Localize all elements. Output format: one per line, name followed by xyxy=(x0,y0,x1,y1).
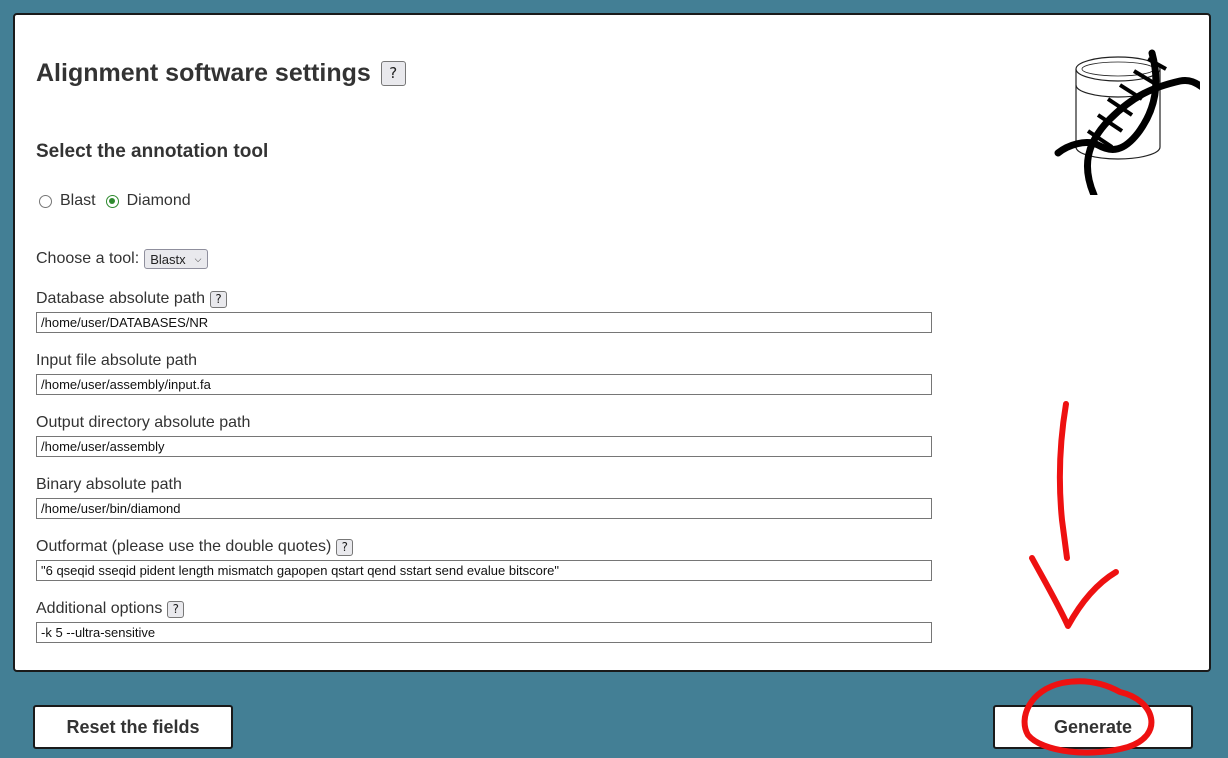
binary-path-label: Binary absolute path xyxy=(36,475,932,495)
settings-panel: Alignment software settings ? Select the… xyxy=(13,13,1211,672)
dna-database-icon xyxy=(1054,49,1200,195)
choose-tool-label: Choose a tool: xyxy=(36,250,140,267)
blast-radio-label[interactable]: Blast xyxy=(60,192,96,210)
annotation-tool-radio-group: Blast Diamond xyxy=(39,192,201,210)
additional-options-field: Additional options ? -k 5 --ultra-sensit… xyxy=(36,599,932,643)
blast-radio[interactable] xyxy=(39,194,52,208)
outformat-help-button[interactable]: ? xyxy=(336,538,354,556)
binary-path-label-text: Binary absolute path xyxy=(36,476,182,493)
additional-options-input[interactable]: -k 5 --ultra-sensitive xyxy=(36,622,932,643)
input-file-path-label: Input file absolute path xyxy=(36,351,932,371)
output-directory-path-label: Output directory absolute path xyxy=(36,413,932,433)
diamond-radio-label[interactable]: Diamond xyxy=(127,192,191,210)
additional-options-help-button[interactable]: ? xyxy=(167,600,185,618)
database-path-help-button[interactable]: ? xyxy=(210,290,228,308)
outformat-label-text: Outformat (please use the double quotes) xyxy=(36,538,332,555)
input-file-path-label-text: Input file absolute path xyxy=(36,352,198,369)
diamond-radio[interactable] xyxy=(105,194,119,208)
database-path-field: Database absolute path ? /home/user/DATA… xyxy=(36,289,932,333)
binary-path-input[interactable]: /home/user/bin/diamond xyxy=(36,498,932,519)
choose-tool-row: Choose a tool: Blastx ⌵ xyxy=(36,249,209,269)
chevron-down-icon: ⌵ xyxy=(194,253,202,264)
database-path-input[interactable]: /home/user/DATABASES/NR xyxy=(36,312,932,333)
input-file-path-field: Input file absolute path /home/user/asse… xyxy=(36,351,932,395)
outformat-input[interactable]: "6 qseqid sseqid pident length mismatch … xyxy=(36,560,932,581)
additional-options-label-text: Additional options xyxy=(36,600,163,617)
database-path-label: Database absolute path ? xyxy=(36,289,932,309)
reset-fields-button[interactable]: Reset the fields xyxy=(33,705,233,749)
generate-button[interactable]: Generate xyxy=(993,705,1193,749)
binary-path-field: Binary absolute path /home/user/bin/diam… xyxy=(36,475,932,519)
annotation-tool-heading: Select the annotation tool xyxy=(36,141,269,162)
page-title-text: Alignment software settings xyxy=(36,59,371,87)
output-directory-path-field: Output directory absolute path /home/use… xyxy=(36,413,932,457)
tool-select-value: Blastx xyxy=(150,251,186,267)
input-file-path-input[interactable]: /home/user/assembly/input.fa xyxy=(36,374,932,395)
output-directory-path-label-text: Output directory absolute path xyxy=(36,414,251,431)
output-directory-path-input[interactable]: /home/user/assembly xyxy=(36,436,932,457)
additional-options-label: Additional options ? xyxy=(36,599,932,619)
outformat-label: Outformat (please use the double quotes)… xyxy=(36,537,932,557)
page-title: Alignment software settings ? xyxy=(36,59,406,88)
outformat-field: Outformat (please use the double quotes)… xyxy=(36,537,932,581)
tool-select[interactable]: Blastx ⌵ xyxy=(144,249,209,269)
title-help-button[interactable]: ? xyxy=(380,61,406,86)
database-path-label-text: Database absolute path xyxy=(36,290,206,307)
